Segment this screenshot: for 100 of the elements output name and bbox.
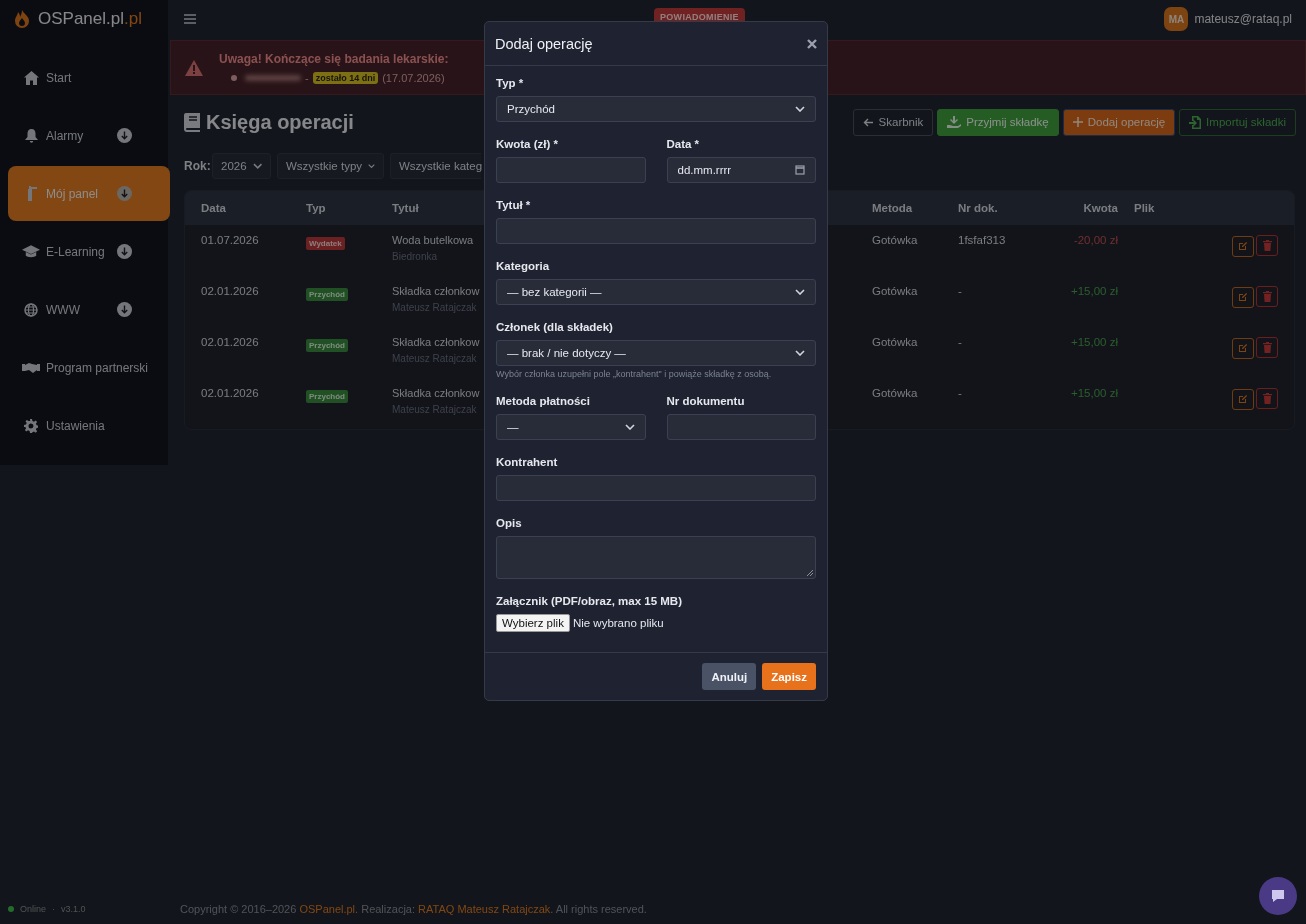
menu-icon <box>184 14 196 24</box>
sidebar-item[interactable]: E-Learning <box>8 224 170 279</box>
select-field[interactable]: Przychód <box>496 96 816 122</box>
separator-text: - <box>305 71 309 84</box>
trash-icon <box>1262 393 1272 404</box>
field-label: Członek (dla składek) <box>496 321 614 333</box>
type-badge: Przychód <box>306 390 348 403</box>
field-label: Metoda płatności <box>496 395 591 407</box>
days-badge: zostało 14 dni <box>312 71 379 84</box>
document-cell: - <box>958 285 962 297</box>
chevron-down-icon <box>368 163 375 169</box>
filter-select[interactable]: 2026 <box>212 153 271 179</box>
title-cell: Woda butelkowa <box>392 234 474 246</box>
edit-icon <box>1238 292 1248 302</box>
amount-cell: +15,00 zł <box>1071 387 1118 399</box>
chevron-down-icon <box>624 424 635 430</box>
date-field[interactable]: dd.mm.rrrr <box>666 157 816 183</box>
trash-icon <box>1262 240 1272 251</box>
amount-cell: -20,00 zł <box>1073 234 1118 246</box>
sidebar-item[interactable]: WWW <box>8 282 170 337</box>
edit-button[interactable] <box>1232 286 1254 308</box>
sidebar-item[interactable]: Start <box>8 50 170 105</box>
choose-file-button[interactable]: Wybierz plik <box>496 614 570 632</box>
accept-fee-button[interactable]: Przyjmij składkę <box>937 108 1059 136</box>
edit-button[interactable] <box>1232 388 1254 410</box>
title-cell: Składka członkow <box>392 285 480 297</box>
trash-icon <box>1262 291 1272 302</box>
input-field[interactable] <box>666 414 816 440</box>
column-header: Metoda <box>872 202 913 214</box>
select-field[interactable]: — <box>496 414 646 440</box>
delete-button[interactable] <box>1256 286 1278 307</box>
add-operation-button[interactable]: Dodaj operację <box>1062 108 1176 136</box>
field-label: Kwota (zł) * <box>496 138 559 150</box>
sidebar-item[interactable]: Program partnerski <box>8 340 170 395</box>
type-badge: Przychód <box>306 339 348 352</box>
settings-icon <box>24 418 38 433</box>
filter-select[interactable]: Wszystkie kateg <box>390 153 481 179</box>
calendar-icon <box>795 165 805 175</box>
input-field[interactable] <box>496 475 816 501</box>
blurred-name <box>245 74 301 81</box>
date-cell: 02.01.2026 <box>201 285 259 297</box>
filter-select[interactable]: Wszystkie typy <box>277 153 384 179</box>
book-icon <box>184 112 200 132</box>
column-header: Typ <box>306 202 326 214</box>
title-cell: Składka członkow <box>392 336 480 348</box>
hand-coin-icon <box>947 116 962 128</box>
column-header: Data <box>201 202 226 214</box>
sidebar-item[interactable]: Alarmy <box>8 108 170 163</box>
resize-handle-icon <box>807 570 813 576</box>
delete-button[interactable] <box>1256 388 1278 409</box>
file-import-icon <box>1189 115 1202 129</box>
column-header: Nr dok. <box>958 202 998 214</box>
arrow-left-icon <box>862 117 874 127</box>
edit-button[interactable] <box>1232 235 1254 257</box>
trash-icon <box>1262 342 1272 353</box>
field-label: Załącznik (PDF/obraz, max 15 MB) <box>496 595 683 607</box>
field-label: Typ * <box>496 77 525 89</box>
status-dot <box>8 906 14 912</box>
column-header: Plik <box>1134 202 1155 214</box>
warning-icon <box>185 59 203 76</box>
user-email[interactable]: mateusz@rataq.pl <box>1194 12 1292 26</box>
edit-button[interactable] <box>1232 337 1254 359</box>
select-field[interactable]: — bez kategorii — <box>496 279 816 305</box>
version-text: v3.1.0 <box>61 904 86 914</box>
document-cell: 1fsfaf313 <box>958 234 1006 246</box>
field-label: Kontrahent <box>496 456 559 468</box>
bell-icon <box>24 128 38 143</box>
date-text: (17.07.2026) <box>382 71 445 84</box>
delete-button[interactable] <box>1256 235 1278 256</box>
save-button[interactable]: Zapisz <box>762 663 816 690</box>
input-field[interactable] <box>496 218 816 244</box>
graduation-cap-icon <box>22 244 40 259</box>
textarea-field[interactable] <box>496 536 816 579</box>
back-button[interactable]: Skarbnik <box>852 108 934 136</box>
globe-icon <box>24 302 38 317</box>
close-button[interactable] <box>807 38 817 49</box>
input-field[interactable] <box>496 157 646 183</box>
field-label: Tytuł * <box>496 199 532 211</box>
flame-icon <box>14 10 30 28</box>
field-label: Data * <box>666 138 701 150</box>
import-fees-button[interactable]: Importuj składki <box>1179 108 1296 136</box>
chat-icon <box>1270 888 1286 904</box>
method-cell: Gotówka <box>872 285 918 297</box>
cancel-button[interactable]: Anuluj <box>702 663 757 690</box>
bullet-icon <box>231 74 237 81</box>
method-cell: Gotówka <box>872 387 918 399</box>
column-header: Kwota <box>1083 202 1118 214</box>
sidebar-item[interactable]: Ustawienia <box>8 398 170 453</box>
copyright-text: Copyright © 2016–2026 OSPanel.pl. Realizacja: RATAQ Mateusz Ratajczak. All rights reserved. <box>180 903 647 915</box>
date-cell: 02.01.2026 <box>201 387 259 399</box>
chat-button[interactable] <box>1259 877 1297 915</box>
delete-button[interactable] <box>1256 337 1278 358</box>
edit-icon <box>1238 343 1248 353</box>
select-field[interactable]: — brak / nie dotyczy — <box>496 340 816 366</box>
type-badge: Przychód <box>306 288 348 301</box>
chevron-down-icon <box>795 350 805 356</box>
amount-cell: +15,00 zł <box>1071 285 1118 297</box>
plus-icon <box>1072 117 1083 127</box>
chevron-down-icon <box>795 289 805 295</box>
edit-icon <box>1238 241 1248 251</box>
